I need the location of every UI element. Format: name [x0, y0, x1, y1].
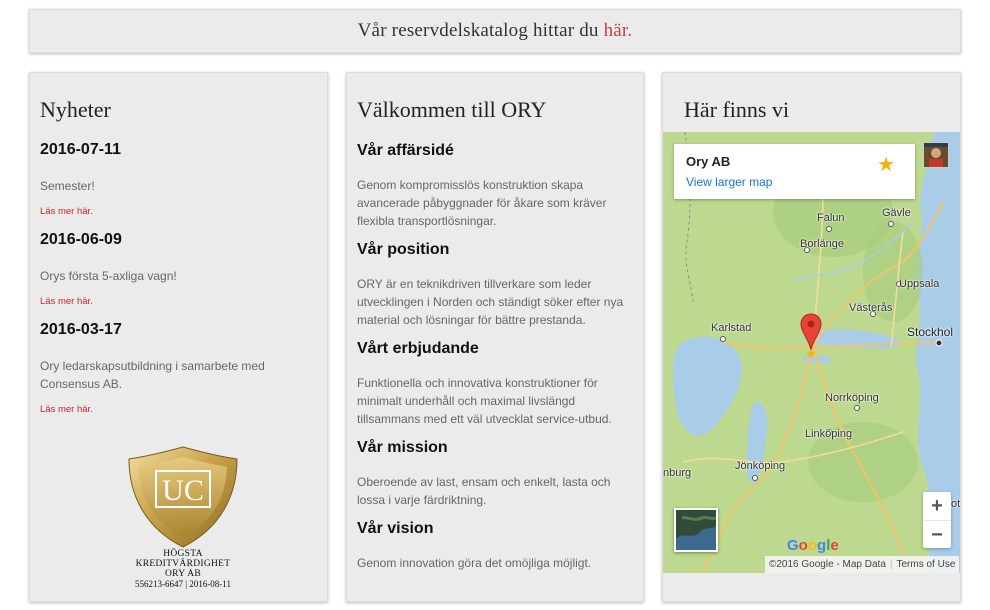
welcome-section: Vår vision Genom innovation göra det omö… [357, 519, 631, 572]
attribution-separator: | [889, 559, 893, 570]
badge-orgnumber: 556213-6647 | 2016-08-11 [135, 579, 231, 589]
welcome-section: Vår mission Oberoende av last, ensam och… [357, 438, 631, 509]
map-label-uppsala: Uppsala [899, 278, 940, 290]
place-name: Ory AB [686, 154, 731, 169]
catalog-banner: Vår reservdelskatalog hittar du här. [29, 9, 961, 53]
location-panel: Här finns vi Falun Gävle Borlänge Uppsal… [662, 72, 961, 602]
map-label-borlange: Borlänge [800, 238, 845, 250]
badge-line: ORY AB [164, 569, 202, 579]
map-label-falun: Falun [817, 212, 845, 224]
news-text: Ory ledarskapsutbildning i samarbete med… [40, 359, 265, 391]
news-item: 2016-03-17 Ory ledarskapsutbildning i sa… [40, 321, 315, 415]
svg-text:UC: UC [162, 474, 204, 507]
section-heading: Vår vision [357, 520, 434, 537]
save-star-icon[interactable]: ★ [877, 152, 895, 177]
news-panel: Nyheter 2016-07-11 Semester! Läs mer här… [29, 72, 328, 602]
place-photo-thumbnail[interactable] [923, 142, 949, 168]
news-date: 2016-03-17 [40, 321, 122, 338]
map-label-stockholm: Stockhol [907, 325, 954, 339]
map-attribution: ©2016 Google - Map Data | Terms of Use [765, 556, 960, 573]
place-info-card: Ory AB View larger map ★ [674, 144, 915, 199]
terms-of-use-link[interactable]: Terms of Use [897, 559, 956, 570]
news-date: 2016-06-09 [40, 231, 122, 248]
zoom-in-button[interactable]: + [923, 492, 951, 520]
read-more-link[interactable]: Läs mer här. [40, 404, 315, 415]
welcome-section: Vår affärsidé Genom kompromisslös konstr… [357, 141, 631, 230]
map-label-goteborg: nburg [663, 467, 692, 479]
credit-rating-badge: UC HÖGSTA KREDITVÄRDIGHET ORY AB 556213-… [120, 445, 246, 589]
read-more-link[interactable]: Läs mer här. [40, 296, 315, 307]
satellite-toggle[interactable] [674, 508, 718, 552]
section-text: Oberoende av last, ensam och enkelt, las… [357, 475, 611, 507]
zoom-control: + − [923, 492, 951, 548]
section-text: Genom innovation göra det omöjliga möjli… [357, 556, 592, 570]
view-larger-map-link[interactable]: View larger map [686, 175, 772, 189]
welcome-panel: Välkommen till ORY Vår affärsidé Genom k… [346, 72, 644, 602]
svg-text:★: ★ [805, 346, 817, 359]
map-label-gavle: Gävle [882, 207, 911, 219]
catalog-link[interactable]: här. [604, 20, 633, 41]
badge-line: HÖGSTA [163, 549, 203, 559]
map-label-vasteras: Västerås [849, 302, 893, 314]
read-more-link[interactable]: Läs mer här. [40, 206, 315, 217]
section-heading: Vårt erbjudande [357, 340, 479, 357]
news-list: 2016-07-11 Semester! Läs mer här. 2016-0… [40, 141, 315, 429]
news-text: Orys första 5-axliga vagn! [40, 269, 177, 283]
section-text: Funktionella och innovativa konstruktion… [357, 376, 612, 426]
person-photo-icon [924, 143, 948, 167]
map-label-linkoping: Linköping [805, 428, 853, 440]
google-logo: Google [787, 537, 839, 554]
badge-line: KREDITVÄRDIGHET [135, 559, 231, 569]
welcome-sections: Vår affärsidé Genom kompromisslös konstr… [357, 141, 631, 582]
news-item: 2016-07-11 Semester! Läs mer här. [40, 141, 315, 217]
catalog-banner-text: Vår reservdelskatalog hittar du här. [30, 10, 960, 52]
map-marker-icon[interactable]: ★ [800, 313, 822, 359]
map-label-edge: otl [951, 498, 961, 510]
news-date: 2016-07-11 [40, 141, 121, 158]
google-map[interactable]: Falun Gävle Borlänge Uppsala Västerås Ka… [663, 132, 961, 573]
welcome-title: Välkommen till ORY [357, 97, 547, 122]
news-title: Nyheter [40, 97, 111, 122]
news-item: 2016-06-09 Orys första 5-axliga vagn! Lä… [40, 231, 315, 307]
welcome-section: Vårt erbjudande Funktionella och innovat… [357, 339, 631, 428]
section-text: Genom kompromisslös konstruktion skapa a… [357, 178, 607, 228]
location-title: Här finns vi [684, 97, 790, 122]
map-label-norrkoping: Norrköping [825, 392, 879, 404]
section-heading: Vår position [357, 241, 450, 258]
map-label-jonkoping: Jönköping [735, 460, 786, 472]
satellite-thumbnail-icon [676, 510, 717, 550]
map-label-karlstad: Karlstad [711, 322, 752, 334]
welcome-section: Vår position ORY är en teknikdriven till… [357, 240, 631, 329]
section-text: ORY är en teknikdriven tillverkare som l… [357, 277, 624, 327]
catalog-banner-label: Vår reservdelskatalog hittar du [357, 20, 604, 41]
section-heading: Vår affärsidé [357, 142, 454, 159]
zoom-out-button[interactable]: − [923, 520, 951, 549]
section-heading: Vår mission [357, 439, 448, 456]
uc-shield-icon: UC [128, 446, 238, 548]
map-data-credit: ©2016 Google - Map Data [769, 559, 886, 570]
news-text: Semester! [40, 179, 95, 193]
